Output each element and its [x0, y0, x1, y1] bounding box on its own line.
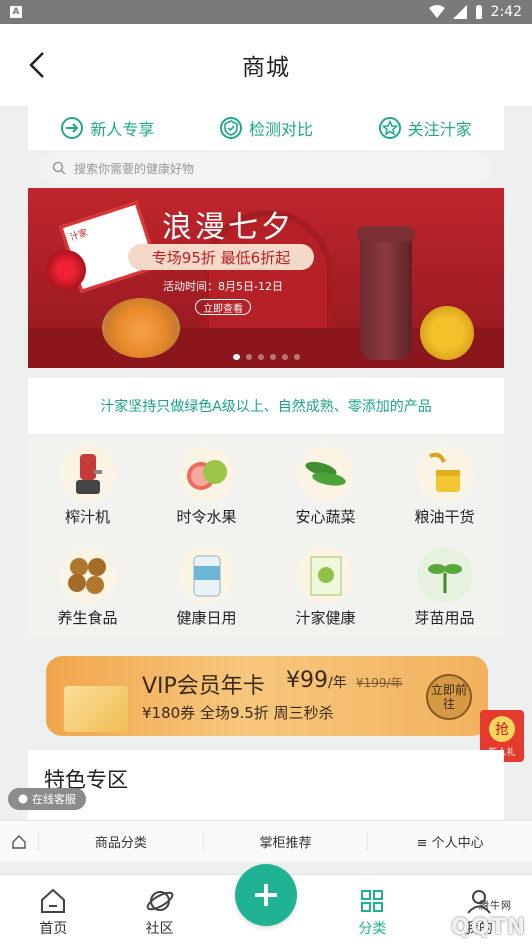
login-arrow-icon [61, 117, 84, 139]
plus-icon [255, 884, 277, 906]
pagination-dot[interactable] [269, 354, 276, 360]
gift-box-image [64, 686, 128, 732]
category-juicer[interactable]: 榨汁机 [28, 436, 147, 537]
category-fruit[interactable]: 时令水果 [147, 436, 266, 537]
sub-nav-profile[interactable]: ≡ 个人中心 [367, 832, 532, 851]
category-grain-oil[interactable]: 粮油干货 [385, 436, 504, 537]
grid-icon [361, 890, 384, 912]
passionfruit-image [420, 306, 474, 360]
search-icon [52, 161, 66, 175]
special-section: 特色专区 [28, 750, 504, 830]
bottle-icon [193, 555, 220, 597]
watermark: 腾牛网 QQTN [451, 901, 526, 940]
vip-go-button[interactable]: 立即前往 [426, 674, 472, 720]
back-button[interactable] [22, 50, 52, 80]
sub-nav-recommend[interactable]: 掌柜推荐 [202, 832, 368, 851]
tab-home[interactable]: 首页 [0, 875, 106, 946]
melon-image [102, 298, 180, 358]
planet-icon [146, 891, 173, 911]
tab-category[interactable]: 分类 [319, 875, 425, 946]
tab-label: 首页 [39, 921, 68, 937]
health-box-icon [310, 556, 341, 596]
category-zhijia-health[interactable]: 汁家健康 [266, 537, 385, 638]
quick-links: 新人专享 检测对比 关注汁家 [28, 106, 504, 150]
category-daily-use[interactable]: 健康日用 [147, 537, 266, 638]
sub-nav-categories[interactable]: 商品分类 [38, 832, 203, 851]
home-shortcut[interactable] [0, 834, 38, 850]
tab-label: 分类 [358, 921, 387, 937]
wifi-icon [428, 5, 445, 18]
grapefruit-icon [186, 460, 227, 490]
vip-title: VIP会员年卡 [142, 674, 265, 699]
chat-icon [18, 794, 28, 804]
battery-icon [475, 5, 482, 19]
star-icon [378, 117, 401, 139]
vip-desc: ¥180券 全场9.5折 周三秒杀 [142, 704, 334, 722]
clock: 2:42 [490, 4, 522, 20]
add-button[interactable] [235, 864, 297, 926]
house-outline-icon [12, 834, 26, 849]
top-bar: 商城 [0, 24, 532, 106]
category-label: 养生食品 [57, 609, 118, 627]
rose-image [46, 250, 86, 290]
quick-link-newcomer[interactable]: 新人专享 [60, 116, 154, 140]
online-service-label: 在线客服 [32, 793, 76, 806]
tab-community[interactable]: 社区 [106, 875, 212, 946]
banner-card-text: 汁家 [68, 228, 90, 244]
pagination-dot[interactable] [281, 354, 288, 360]
banner-pagination [28, 354, 504, 360]
sprout-icon [427, 564, 462, 593]
category-label: 汁家健康 [295, 609, 356, 627]
house-icon [41, 888, 66, 913]
chevron-left-icon [29, 52, 44, 78]
vip-price: ¥99/年 [286, 668, 347, 693]
tab-label: 社区 [145, 921, 174, 937]
category-label: 安心蔬菜 [295, 508, 356, 526]
category-vegetables[interactable]: 安心蔬菜 [266, 436, 385, 537]
quick-link-label: 新人专享 [90, 120, 155, 139]
pagination-dot[interactable] [232, 354, 240, 360]
blender-image [357, 226, 415, 360]
banner-time: 活动时间：8月5日-12日 [163, 280, 283, 293]
banner-promo: 专场95折 最低6折起 [128, 244, 314, 270]
category-label: 芽苗用品 [414, 609, 475, 627]
brand-slogan: 汁家坚持只做绿色A级以上、自然成熟、零添加的产品 [28, 378, 504, 434]
pagination-dot[interactable] [257, 354, 264, 360]
quick-link-label: 检测对比 [248, 120, 313, 139]
vip-old-price: ¥199/年 [356, 676, 403, 690]
shield-check-icon [219, 117, 242, 139]
category-grid: 榨汁机 时令水果 安心蔬菜 粮油干货 养生食品 健康日用 汁家健康 芽苗用品 [28, 436, 504, 638]
quick-link-compare[interactable]: 检测对比 [219, 116, 313, 140]
pagination-dot[interactable] [293, 354, 300, 360]
pagination-dot[interactable] [245, 354, 252, 360]
search-placeholder: 搜索你需要的健康好物 [74, 161, 195, 176]
nuts-icon [67, 558, 106, 594]
sub-nav: 商品分类 掌柜推荐 ≡ 个人中心 [0, 820, 532, 862]
watermark-sub: 腾牛网 [479, 901, 512, 912]
signal-icon [452, 5, 467, 19]
banner-headline: 浪漫七夕 [162, 210, 294, 245]
quick-link-label: 关注汁家 [407, 120, 472, 139]
watermark-text: QQTN [451, 915, 526, 940]
oil-icon [428, 452, 460, 492]
category-label: 粮油干货 [414, 508, 475, 526]
online-service-button[interactable]: 在线客服 [8, 788, 86, 810]
category-label: 时令水果 [176, 508, 237, 526]
search-input[interactable]: 搜索你需要的健康好物 [40, 152, 492, 184]
vip-card[interactable]: VIP会员年卡 ¥99/年 ¥199/年 ¥180券 全场9.5折 周三秒杀 立… [46, 656, 488, 736]
juicer-icon [75, 454, 102, 494]
cucumber-icon [304, 461, 346, 486]
category-label: 榨汁机 [64, 508, 110, 526]
banner-cta-button[interactable]: 立即查看 [195, 299, 251, 315]
notification-icon: A [10, 6, 22, 18]
category-label: 健康日用 [176, 609, 237, 627]
rob-icon: 抢 [489, 716, 515, 742]
status-bar: A 2:42 [0, 0, 532, 24]
category-sprout[interactable]: 芽苗用品 [385, 537, 504, 638]
category-health-food[interactable]: 养生食品 [28, 537, 147, 638]
page-title: 商城 [242, 55, 290, 81]
promo-banner[interactable]: 汁家 浪漫七夕 专场95折 最低6折起 活动时间：8月5日-12日 立即查看 [28, 188, 504, 368]
quick-link-follow[interactable]: 关注汁家 [378, 116, 472, 140]
